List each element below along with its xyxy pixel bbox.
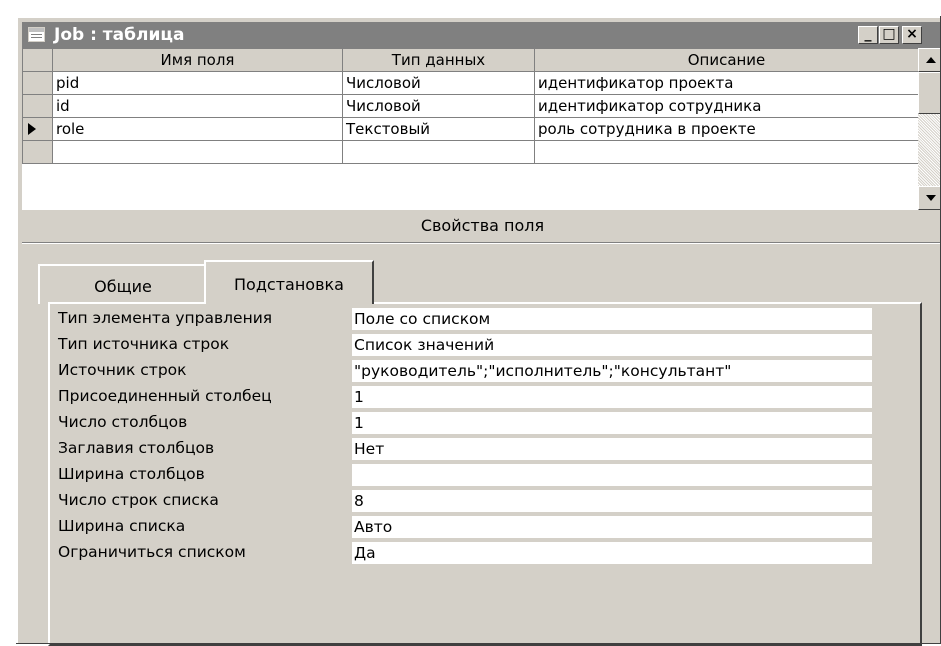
property-label: Ширина столбцов [58, 465, 205, 483]
property-label: Присоединенный столбец [58, 387, 272, 405]
current-row-indicator-icon[interactable] [22, 117, 53, 141]
column-header-field-name[interactable]: Имя поля [52, 48, 343, 72]
header-corner [22, 48, 53, 72]
property-label: Ограничиться списком [58, 543, 246, 561]
description-cell[interactable]: идентификатор проекта [534, 71, 919, 95]
property-label: Источник строк [58, 361, 187, 379]
description-cell[interactable] [534, 140, 919, 164]
property-value-field[interactable]: Нет [352, 438, 872, 460]
lookup-properties-panel: Тип элемента управления Поле со списком … [48, 302, 922, 646]
table-row: role Текстовый роль сотрудника в проекте [22, 117, 919, 141]
property-value-field[interactable]: 1 [352, 386, 872, 408]
table-row: pid Числовой идентификатор проекта [22, 71, 919, 95]
field-name-cell[interactable]: role [52, 117, 343, 141]
description-cell[interactable]: роль сотрудника в проекте [534, 117, 919, 141]
title-bar[interactable]: Job : таблица _ □ × [22, 22, 941, 48]
property-label: Число строк списка [58, 491, 219, 509]
field-grid: Имя поля Тип данных Описание pid Числово… [22, 48, 941, 210]
field-name-cell[interactable]: pid [52, 71, 343, 95]
property-value-field[interactable]: Поле со списком [352, 308, 872, 330]
table-row: id Числовой идентификатор сотрудника [22, 94, 919, 118]
property-value-field[interactable]: Да [352, 542, 872, 564]
scroll-down-arrow-icon[interactable] [918, 186, 941, 210]
data-type-cell[interactable] [342, 140, 535, 164]
tab-general[interactable]: Общие [38, 264, 208, 304]
field-table: Имя поля Тип данных Описание pid Числово… [22, 48, 919, 164]
row-selector[interactable] [22, 140, 53, 164]
property-label: Тип элемента управления [58, 309, 273, 327]
property-value-field[interactable]: 1 [352, 412, 872, 434]
property-value-field[interactable]: "руководитель";"исполнитель";"консультан… [352, 360, 872, 382]
divider [22, 242, 941, 244]
scroll-thumb[interactable] [918, 72, 941, 114]
table-design-window: Job : таблица _ □ × Имя поля Тип данных … [16, 16, 941, 646]
data-type-cell[interactable]: Числовой [342, 94, 535, 118]
vertical-scrollbar[interactable] [918, 48, 941, 210]
property-value-field[interactable] [352, 464, 872, 486]
property-label: Число столбцов [58, 413, 188, 431]
grid-header-row: Имя поля Тип данных Описание [22, 48, 919, 72]
minimize-button[interactable]: _ [858, 26, 878, 44]
property-label: Ширина списка [58, 517, 186, 535]
data-type-cell[interactable]: Текстовый [342, 117, 535, 141]
row-selector[interactable] [22, 94, 53, 118]
property-value-field[interactable]: Список значений [352, 334, 872, 356]
description-cell[interactable]: идентификатор сотрудника [534, 94, 919, 118]
table-icon [28, 27, 45, 42]
property-value-field[interactable]: Авто [352, 516, 872, 538]
field-properties-caption: Свойства поля [420, 216, 545, 235]
property-label: Заглавия столбцов [58, 439, 215, 457]
data-type-cell[interactable]: Числовой [342, 71, 535, 95]
maximize-button[interactable]: □ [879, 26, 899, 44]
field-name-cell[interactable]: id [52, 94, 343, 118]
close-button[interactable]: × [902, 26, 922, 44]
row-selector[interactable] [22, 71, 53, 95]
window-title: Job : таблица [54, 25, 185, 45]
column-header-data-type[interactable]: Тип данных [342, 48, 535, 72]
property-label: Тип источника строк [58, 335, 230, 353]
tab-lookup[interactable]: Подстановка [204, 260, 374, 304]
column-header-description[interactable]: Описание [534, 48, 919, 72]
table-row [22, 140, 919, 164]
scroll-up-arrow-icon[interactable] [918, 48, 941, 72]
property-value-field[interactable]: 8 [352, 490, 872, 512]
field-name-cell[interactable] [52, 140, 343, 164]
